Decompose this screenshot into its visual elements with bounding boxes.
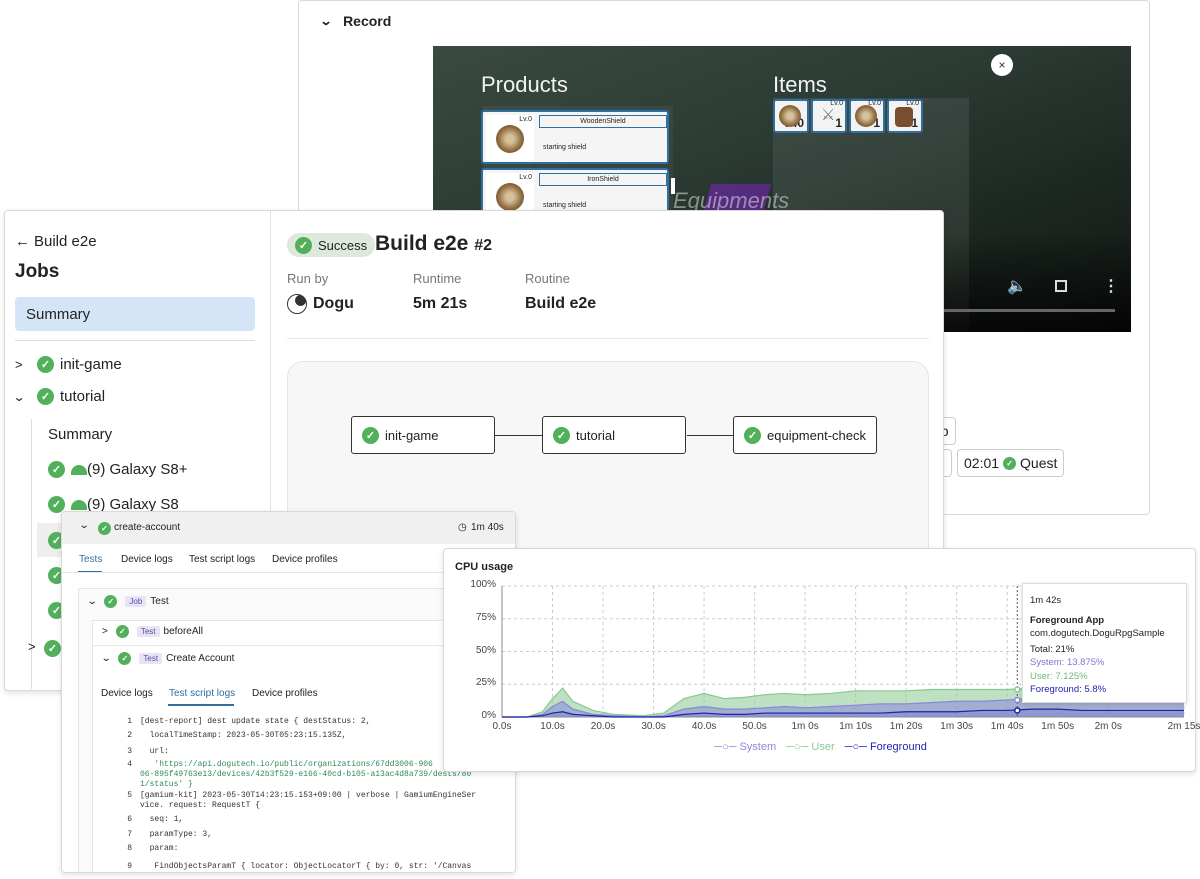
- check-icon: ✓: [37, 388, 54, 405]
- shield-icon: [496, 183, 524, 211]
- line-number: 7: [127, 830, 132, 839]
- chevron-down-icon: ⌄: [319, 14, 333, 28]
- line-number: 8: [127, 844, 132, 853]
- products-title: Products: [481, 72, 568, 97]
- chevron-right-icon[interactable]: >: [28, 639, 36, 654]
- log-line: param:: [140, 844, 179, 853]
- graph-node-tutorial[interactable]: ✓ tutorial: [542, 416, 686, 454]
- cursor-point: [1014, 696, 1021, 704]
- legend-item[interactable]: ─○─ Foreground: [845, 741, 927, 753]
- close-icon[interactable]: ×: [991, 54, 1013, 76]
- check-icon: ✓: [1003, 456, 1017, 470]
- item-slot[interactable]: 740: [773, 99, 809, 133]
- record-title: Record: [343, 13, 392, 29]
- more-vert-icon[interactable]: ⋮: [1103, 276, 1119, 296]
- run-by: Dogu: [287, 294, 354, 314]
- line-number: 5: [127, 791, 132, 800]
- log-line: paramType: 3,: [140, 830, 213, 839]
- product-name: WoodenShield: [539, 115, 667, 128]
- item-slot[interactable]: Lv.0 1 ⚔: [811, 99, 847, 133]
- avatar: [287, 294, 307, 314]
- check-icon: ✓: [295, 236, 312, 254]
- check-icon: ✓: [37, 356, 54, 373]
- legend-item[interactable]: ─○─ User: [786, 741, 835, 753]
- sword-icon: ⚔: [821, 107, 836, 124]
- line-number: 9: [127, 862, 132, 871]
- chart-legend: ─○─ System ─○─ User ─○─ Foreground: [444, 741, 1197, 753]
- graph-node-equipment-check[interactable]: ✓ equipment-check: [733, 416, 877, 454]
- page-title: Build e2e #2: [375, 232, 493, 255]
- shield-icon: [496, 125, 524, 153]
- jobs-heading: Jobs: [15, 261, 60, 282]
- runtime-value: 5m 21s: [413, 295, 468, 312]
- legend-item[interactable]: ─○─ System: [714, 741, 776, 753]
- cpu-usage-panel: CPU usage 0% 25% 50% 75% 100% 0.0s 10.0s 20.0s…: [443, 548, 1200, 772]
- graph-node-init-game[interactable]: ✓ init-game: [351, 416, 495, 454]
- chevron-down-icon: ⌄: [12, 389, 26, 404]
- item-slot[interactable]: Lv.0 1: [887, 99, 923, 133]
- line-number: 6: [127, 815, 132, 824]
- cursor-point: [1014, 707, 1021, 714]
- armor-icon: [895, 107, 913, 127]
- quest-button[interactable]: 02:01 ✓ Quest: [957, 449, 1065, 477]
- log-line: seq: 1,: [140, 815, 184, 824]
- log-line: FindObjectsParamT { locator: ObjectLocat…: [154, 862, 472, 871]
- back-link[interactable]: ← Build e2e: [15, 233, 97, 250]
- android-icon: [71, 499, 87, 510]
- line-number: 4: [127, 760, 132, 769]
- cursor-point: [1014, 686, 1021, 693]
- line-number: 3: [127, 747, 132, 756]
- product-desc: starting shield: [543, 202, 587, 209]
- shield-icon: [855, 105, 877, 127]
- android-icon: [71, 464, 87, 475]
- job-init-game[interactable]: > ✓ init-game: [15, 356, 122, 373]
- product-card[interactable]: Lv.0 WoodenShield starting shield: [481, 110, 669, 164]
- status-badge: ✓ Success: [287, 233, 376, 257]
- items-title: Items: [773, 72, 827, 97]
- log-line: [gamium-kit] 2023-05-30T14:23:15.153+09:…: [140, 791, 477, 810]
- volume-icon[interactable]: 🔈: [1007, 276, 1027, 296]
- log-line: localTimeStamp: 2023-05-30T05:23:15.135Z…: [140, 731, 347, 740]
- summary-item[interactable]: Summary: [15, 297, 255, 331]
- line-number: 2: [127, 731, 132, 740]
- check-icon: ✓: [44, 640, 61, 657]
- routine-value: Build e2e: [525, 295, 597, 312]
- log-line: [dest-report] dest update state { destSt…: [140, 717, 371, 726]
- item-slot[interactable]: Lv.0 1: [849, 99, 885, 133]
- tutorial-summary[interactable]: Summary: [48, 426, 112, 443]
- record-header[interactable]: ⌄ Record: [319, 13, 392, 29]
- check-icon: ✓: [744, 426, 761, 444]
- shield-icon: [779, 105, 801, 127]
- arrow-left-icon: ←: [15, 233, 30, 250]
- product-card[interactable]: Lv.0 IronShield starting shield: [481, 168, 669, 214]
- fullscreen-icon[interactable]: [1055, 280, 1067, 292]
- product-name: IronShield: [539, 173, 667, 186]
- line-number: 1: [127, 717, 132, 726]
- check-icon: ✓: [362, 426, 379, 444]
- log-line: 'https://api.dogutech.io/public/organiza…: [140, 760, 472, 789]
- job-tutorial[interactable]: ⌄ ✓ tutorial: [12, 388, 105, 405]
- check-icon: ✓: [48, 461, 65, 478]
- chart-tooltip: 1m 42s Foreground App com.dogutech.DoguR…: [1022, 583, 1187, 703]
- check-icon: ✓: [553, 426, 570, 444]
- chevron-right-icon: >: [15, 357, 23, 372]
- log-line: url:: [140, 747, 169, 756]
- product-desc: starting shield: [543, 144, 587, 151]
- device-item[interactable]: ✓ (9) Galaxy S8+: [48, 461, 187, 478]
